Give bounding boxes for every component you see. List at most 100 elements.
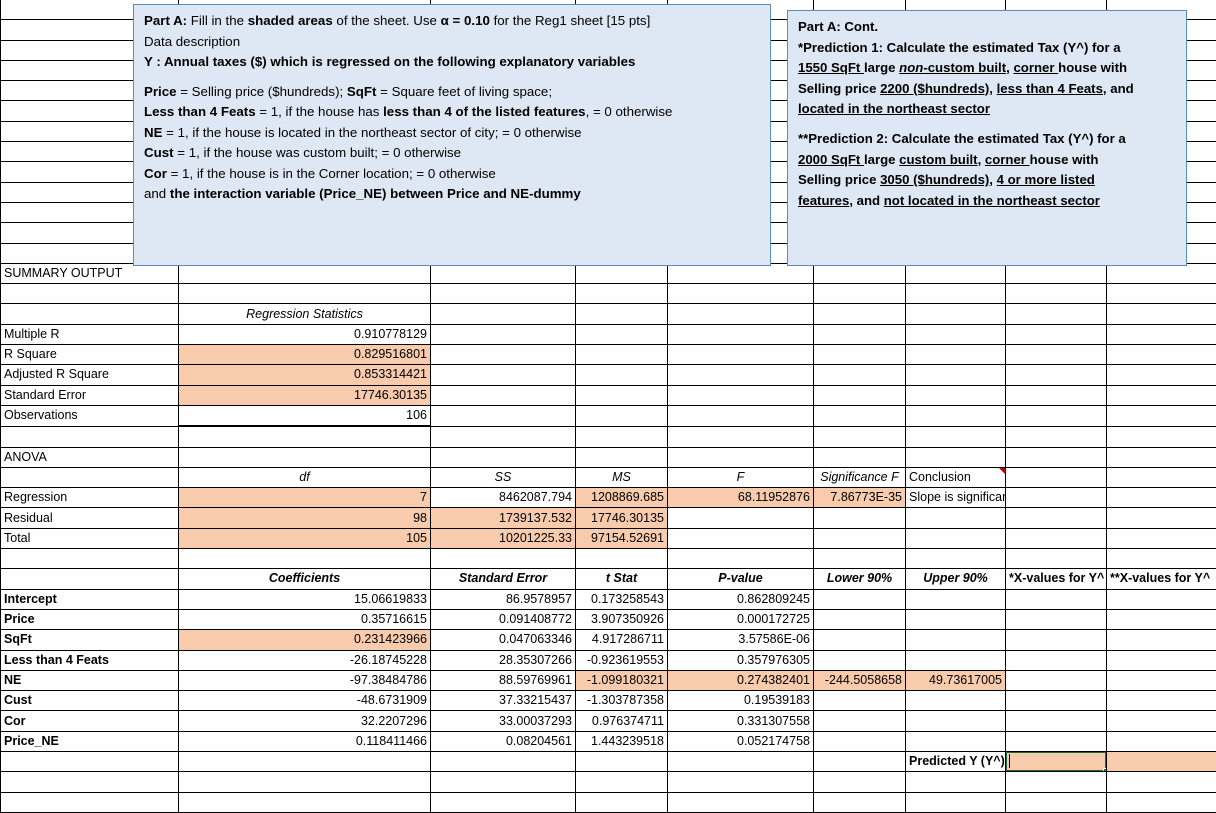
coef-row-label[interactable]: Price_NE (1, 731, 179, 751)
cell[interactable] (431, 284, 576, 304)
cell[interactable] (906, 365, 1006, 385)
stat-value[interactable]: 0.829516801 (179, 345, 431, 365)
cell[interactable] (1006, 263, 1107, 283)
coef-upper-90[interactable] (906, 630, 1006, 650)
coef-row-label[interactable]: Less than 4 Feats (1, 650, 179, 670)
coef-x-value-2[interactable] (1107, 609, 1216, 629)
cell[interactable] (906, 772, 1006, 792)
cell[interactable] (906, 549, 1006, 569)
coef-standard-error[interactable]: 0.091408772 (431, 609, 576, 629)
cell[interactable] (814, 365, 906, 385)
cell[interactable] (431, 447, 576, 467)
cell[interactable] (576, 772, 668, 792)
cell[interactable] (179, 751, 431, 771)
coef-value[interactable]: -26.18745228 (179, 650, 431, 670)
cell[interactable] (668, 792, 814, 812)
cell[interactable] (576, 385, 668, 405)
predicted-y-value-2[interactable] (1107, 751, 1216, 771)
cell[interactable] (668, 365, 814, 385)
cell[interactable] (1006, 345, 1107, 365)
stat-value[interactable]: 17746.30135 (179, 385, 431, 405)
coef-t-stat[interactable]: -1.303787358 (576, 691, 668, 711)
coef-x-value-1[interactable] (1006, 630, 1107, 650)
cell[interactable] (1006, 772, 1107, 792)
cell[interactable] (1107, 467, 1216, 487)
coef-header-x-values-2[interactable]: **X-values for Y^ (1107, 569, 1216, 589)
cell[interactable] (814, 792, 906, 812)
cell[interactable] (1, 304, 179, 324)
cell[interactable] (431, 345, 576, 365)
coef-lower-90[interactable] (814, 691, 906, 711)
coef-upper-90[interactable] (906, 589, 1006, 609)
cell[interactable] (1107, 426, 1216, 447)
cell[interactable] (906, 405, 1006, 426)
cell[interactable] (179, 447, 431, 467)
coef-value[interactable]: 32.2207296 (179, 711, 431, 731)
cell[interactable] (179, 284, 431, 304)
stat-value[interactable]: 106 (179, 405, 431, 426)
cell[interactable] (906, 447, 1006, 467)
cell[interactable] (668, 426, 814, 447)
coef-upper-90[interactable] (906, 731, 1006, 751)
anova-ss[interactable]: 8462087.794 (431, 488, 576, 508)
coef-x-value-1[interactable] (1006, 691, 1107, 711)
coef-row-label[interactable]: Cust (1, 691, 179, 711)
cell[interactable] (668, 772, 814, 792)
coef-lower-90[interactable] (814, 630, 906, 650)
coef-value[interactable]: -97.38484786 (179, 670, 431, 690)
cell[interactable] (814, 263, 906, 283)
regression-statistics-title[interactable]: Regression Statistics (179, 304, 431, 324)
coef-lower-90[interactable] (814, 731, 906, 751)
anova-ss[interactable]: 1739137.532 (431, 508, 576, 528)
coef-header-lower-90[interactable]: Lower 90% (814, 569, 906, 589)
coef-standard-error[interactable]: 37.33215437 (431, 691, 576, 711)
cell[interactable] (576, 447, 668, 467)
cell[interactable] (1, 426, 179, 447)
cell[interactable] (1, 569, 179, 589)
predicted-y-value-1[interactable] (1006, 751, 1107, 771)
cell[interactable] (1006, 365, 1107, 385)
cell[interactable] (1006, 467, 1107, 487)
anova-header-ms[interactable]: MS (576, 467, 668, 487)
coef-standard-error[interactable]: 0.08204561 (431, 731, 576, 751)
coef-value[interactable]: 15.06619833 (179, 589, 431, 609)
cell[interactable] (1107, 263, 1216, 283)
cell[interactable] (179, 792, 431, 812)
cell[interactable] (431, 549, 576, 569)
coef-lower-90[interactable]: -244.5058658 (814, 670, 906, 690)
coef-upper-90[interactable] (906, 691, 1006, 711)
fill-handle[interactable] (1103, 768, 1107, 772)
cell[interactable] (814, 324, 906, 344)
cell[interactable] (1107, 405, 1216, 426)
anova-significance-f[interactable] (814, 528, 906, 548)
cell[interactable] (1006, 304, 1107, 324)
cell[interactable] (814, 405, 906, 426)
anova-row-label[interactable]: Total (1, 528, 179, 548)
cell[interactable] (1107, 528, 1216, 548)
coef-value[interactable]: 0.118411466 (179, 731, 431, 751)
cell[interactable] (906, 263, 1006, 283)
anova-conclusion[interactable] (906, 508, 1006, 528)
cell[interactable] (668, 549, 814, 569)
cell[interactable] (1107, 508, 1216, 528)
cell[interactable] (1107, 345, 1216, 365)
stat-value[interactable]: 0.910778129 (179, 324, 431, 344)
coef-p-value[interactable]: 0.052174758 (668, 731, 814, 751)
anova-header-f[interactable]: F (668, 467, 814, 487)
coef-standard-error[interactable]: 0.047063346 (431, 630, 576, 650)
cell[interactable] (1, 284, 179, 304)
coef-p-value[interactable]: 0.000172725 (668, 609, 814, 629)
cell[interactable] (1, 772, 179, 792)
cell[interactable] (1006, 284, 1107, 304)
cell[interactable] (576, 365, 668, 385)
part-a-cont-textbox[interactable]: Part A: Cont. *Prediction 1: Calculate t… (787, 10, 1187, 266)
coef-p-value[interactable]: 0.862809245 (668, 589, 814, 609)
cell[interactable] (431, 385, 576, 405)
coef-x-value-2[interactable] (1107, 731, 1216, 751)
cell[interactable] (576, 284, 668, 304)
cell[interactable] (906, 304, 1006, 324)
cell[interactable] (814, 426, 906, 447)
anova-f[interactable]: 68.11952876 (668, 488, 814, 508)
anova-header-ss[interactable]: SS (431, 467, 576, 487)
coef-upper-90[interactable]: 49.73617005 (906, 670, 1006, 690)
